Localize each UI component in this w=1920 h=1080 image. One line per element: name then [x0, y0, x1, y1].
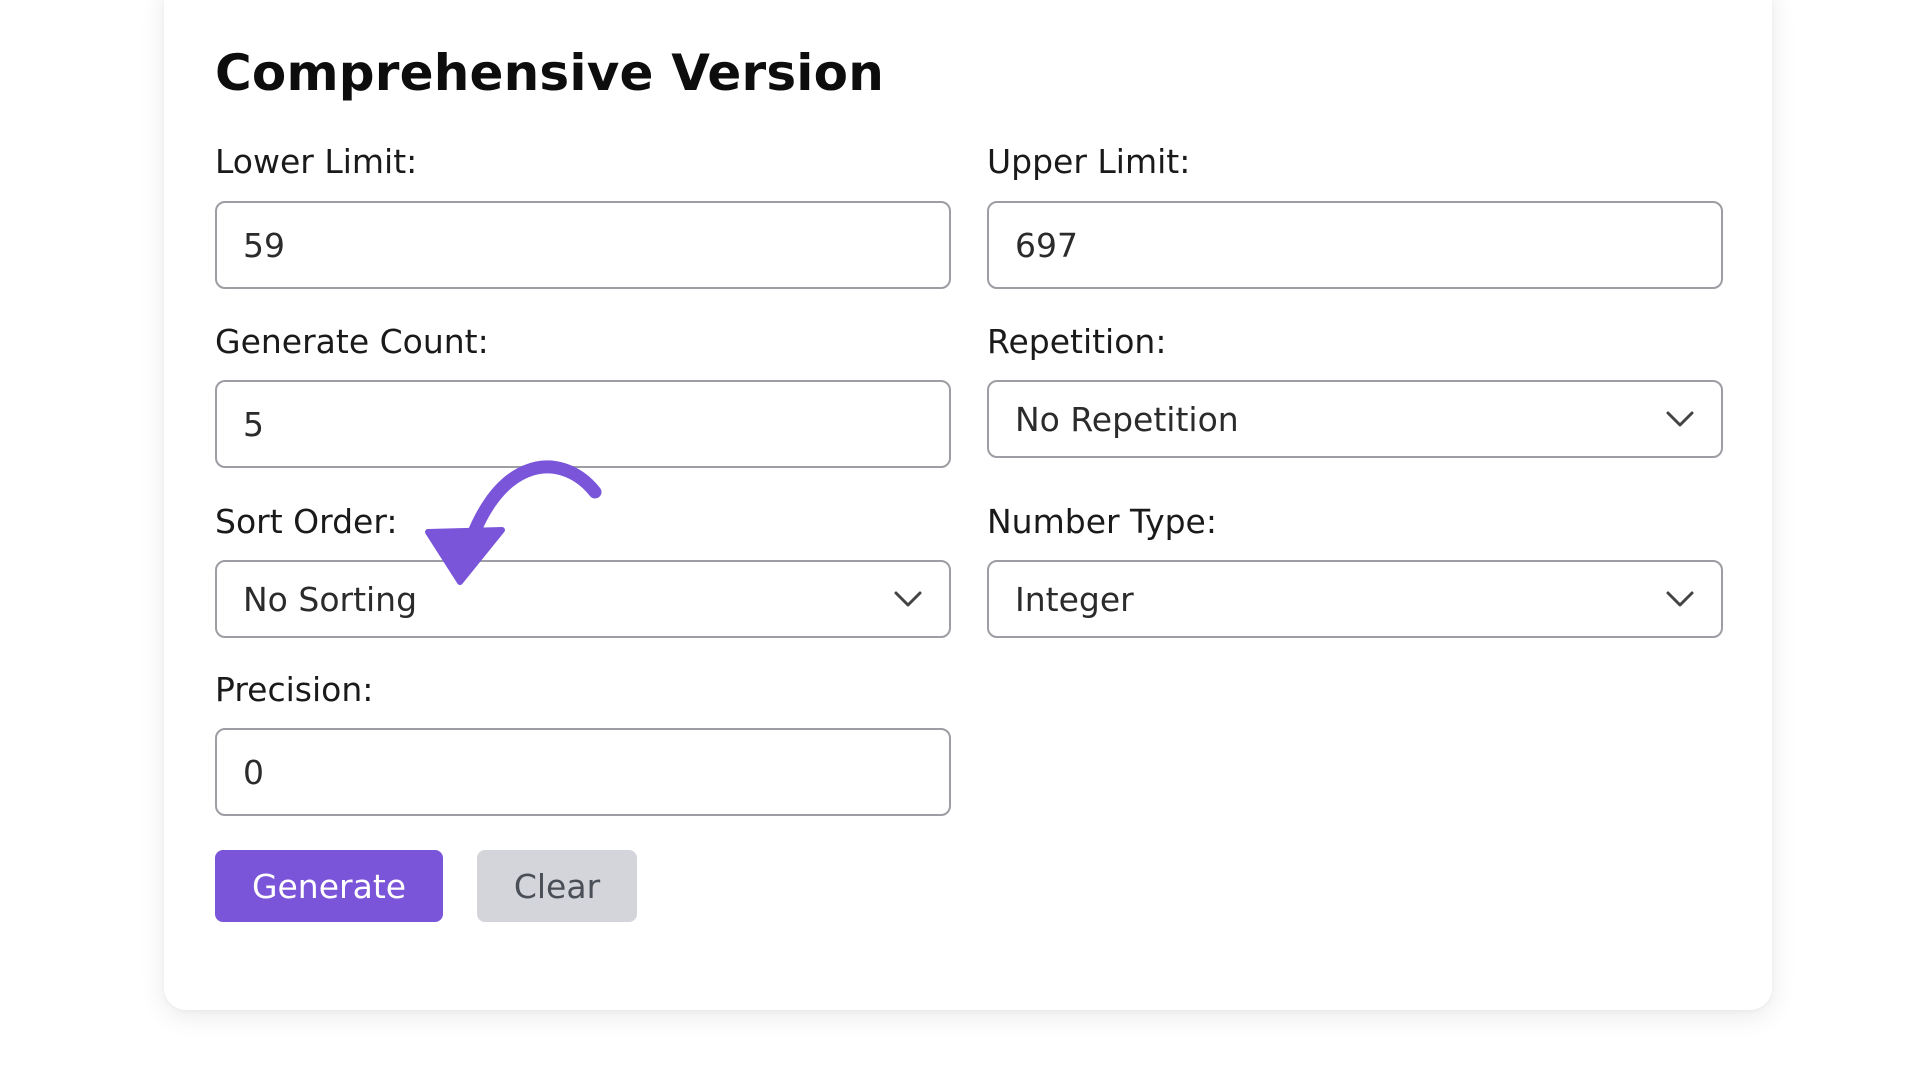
number-type-label: Number Type:: [987, 502, 1217, 541]
upper-limit-label: Upper Limit:: [987, 142, 1191, 181]
repetition-selected: No Repetition: [1015, 399, 1239, 439]
repetition-label: Repetition:: [987, 322, 1167, 361]
chevron-down-icon: [1666, 591, 1694, 607]
precision-value: 0: [243, 752, 264, 792]
upper-limit-value: 697: [1015, 225, 1078, 265]
curved-arrow-icon: [425, 460, 602, 585]
precision-input[interactable]: 0: [215, 728, 951, 816]
generate-count-value: 5: [243, 404, 264, 444]
generate-button[interactable]: Generate: [215, 850, 443, 922]
generate-count-label: Generate Count:: [215, 322, 489, 361]
precision-label: Precision:: [215, 670, 374, 709]
sort-order-label: Sort Order:: [215, 502, 398, 541]
lower-limit-input[interactable]: 59: [215, 201, 951, 289]
chevron-down-icon: [894, 591, 922, 607]
upper-limit-input[interactable]: 697: [987, 201, 1723, 289]
page-title: Comprehensive Version: [215, 44, 884, 102]
repetition-select[interactable]: No Repetition: [987, 380, 1723, 458]
number-type-select[interactable]: Integer: [987, 560, 1723, 638]
number-type-selected: Integer: [1015, 579, 1134, 619]
lower-limit-label: Lower Limit:: [215, 142, 418, 181]
clear-button[interactable]: Clear: [477, 850, 637, 922]
lower-limit-value: 59: [243, 225, 285, 265]
chevron-down-icon: [1666, 411, 1694, 427]
sort-order-selected: No Sorting: [243, 579, 418, 619]
